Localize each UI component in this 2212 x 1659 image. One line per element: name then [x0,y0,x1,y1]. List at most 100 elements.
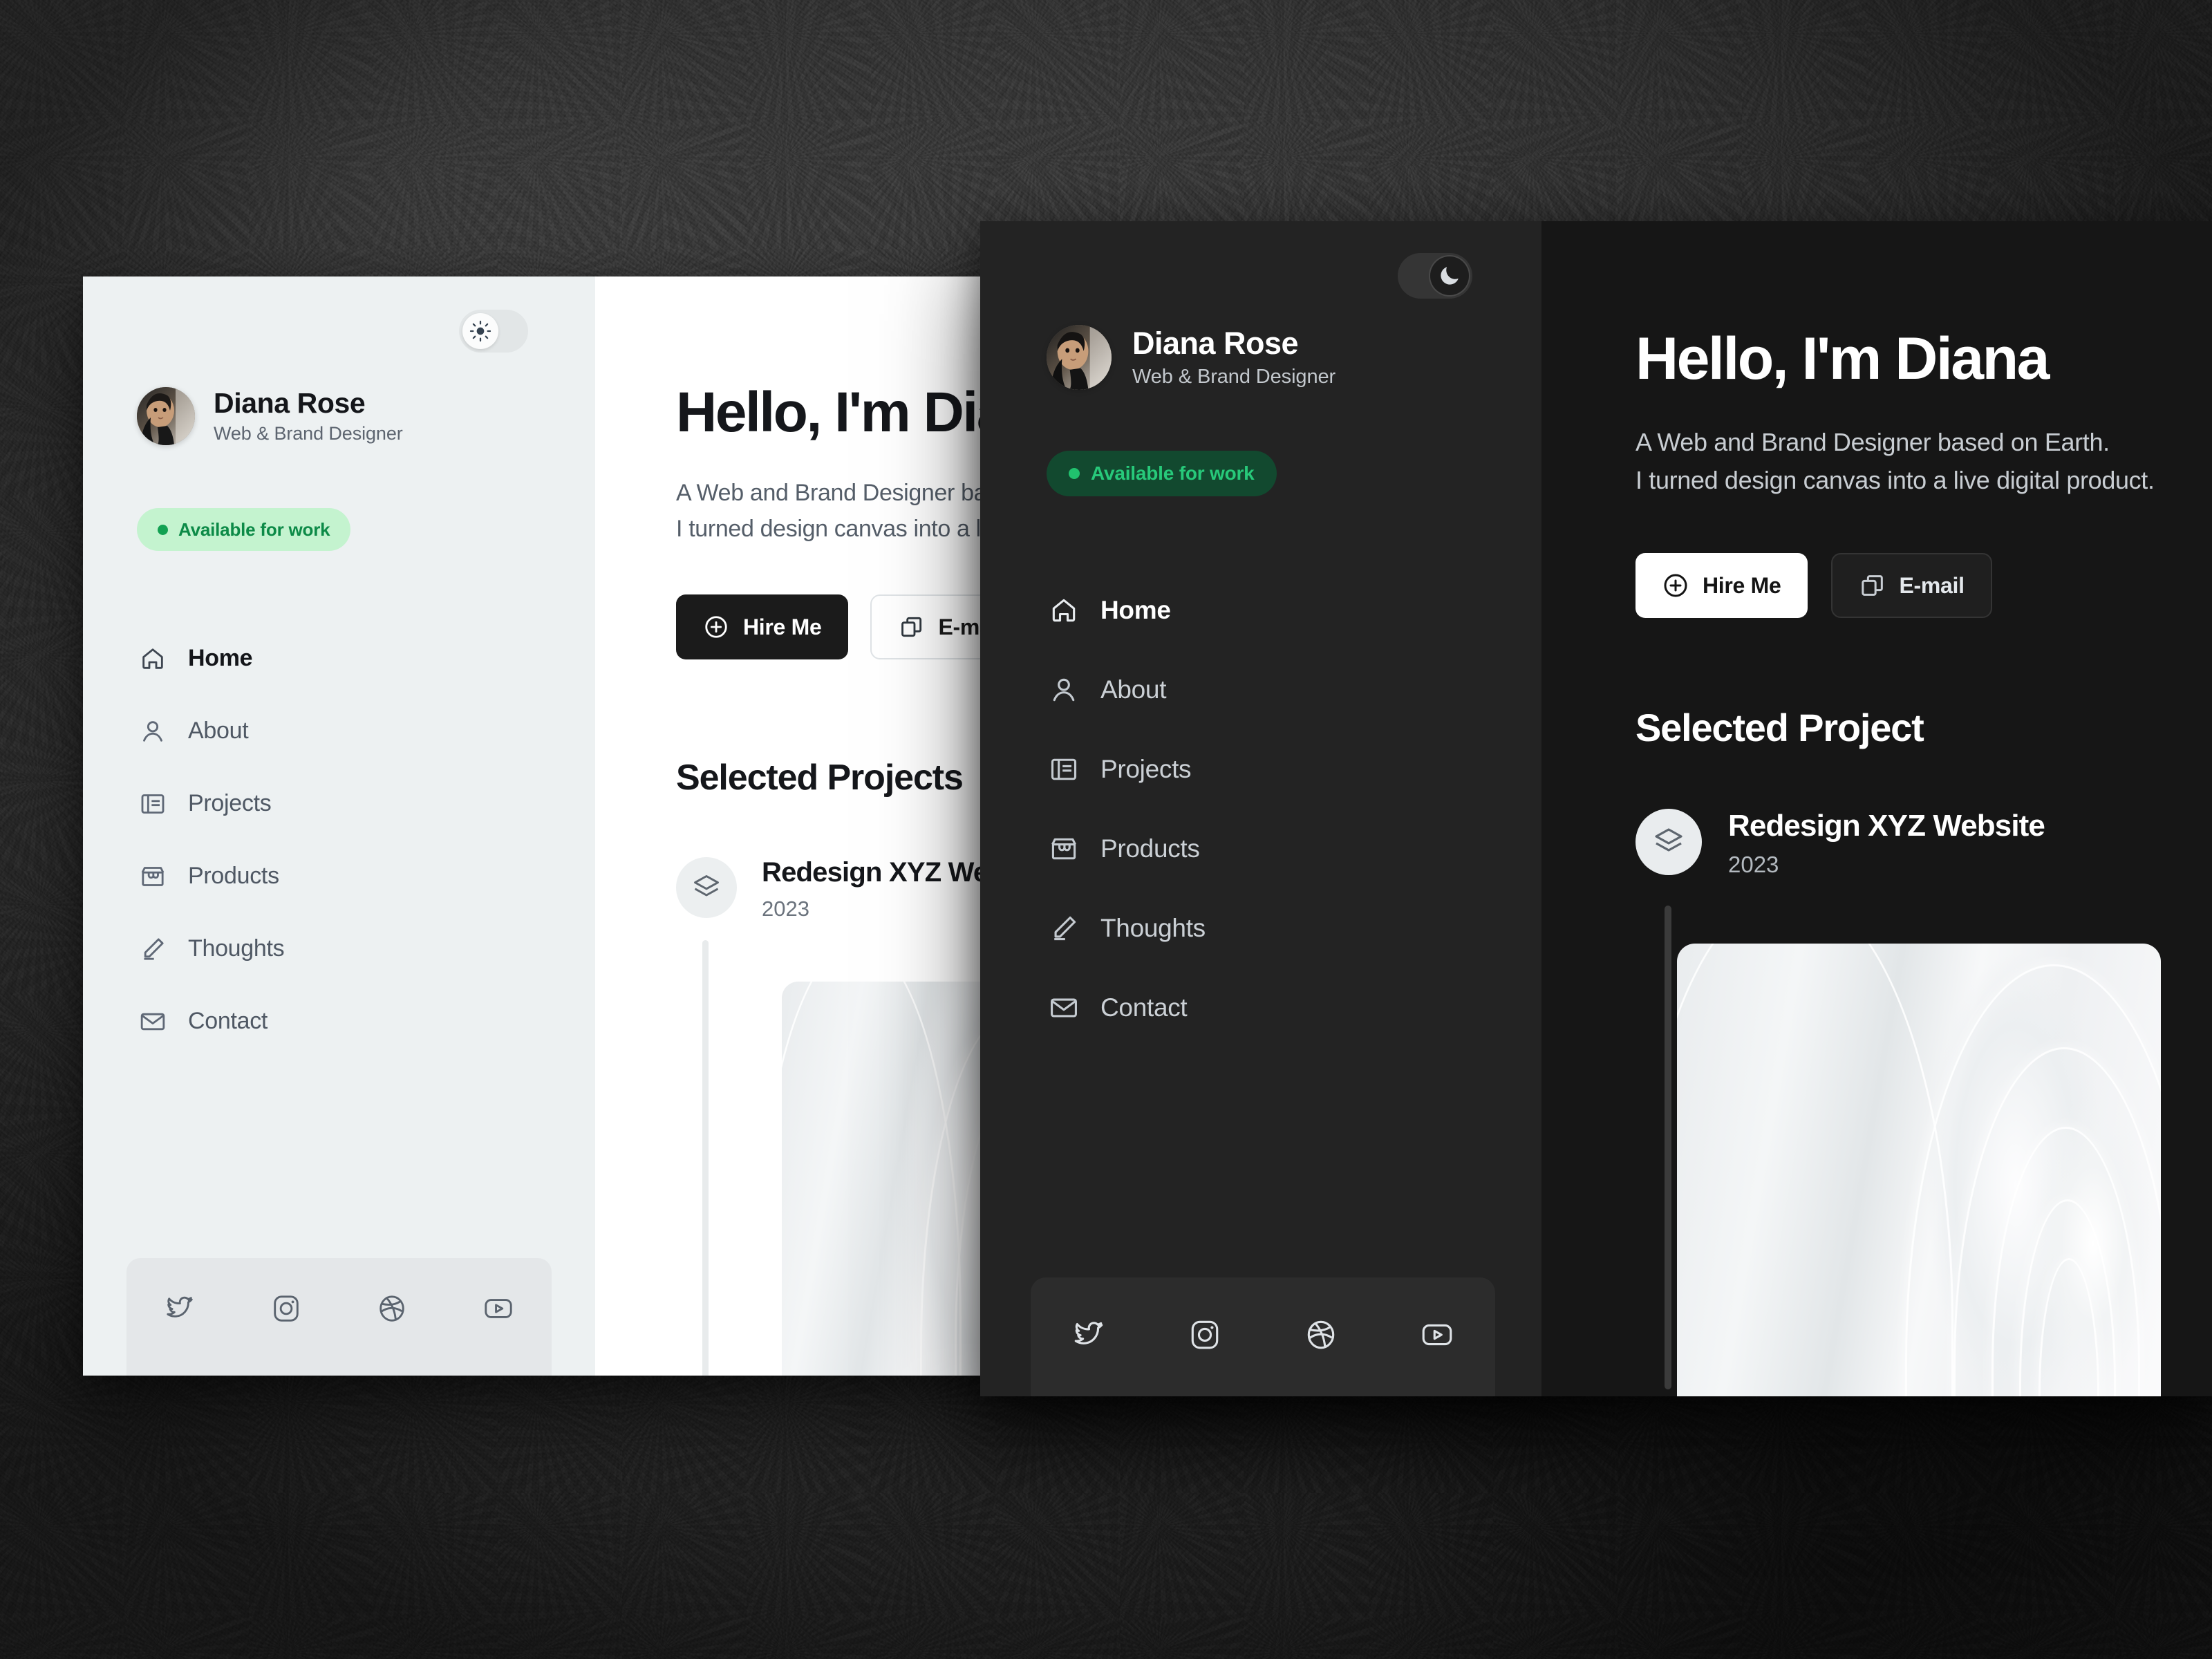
envelope-icon [137,1006,169,1038]
sidebar-item-label: Contact [188,1008,268,1034]
sidebar-item-thoughts[interactable]: Thoughts [1047,888,1461,968]
youtube-icon[interactable] [478,1288,518,1329]
pencil-icon [137,933,169,965]
sidebar-item-label: About [1100,675,1167,704]
book-icon [1047,752,1081,787]
hire-me-button[interactable]: Hire Me [676,594,848,659]
project-timeline-line [702,940,709,1376]
copy-icon [1859,572,1886,599]
sidebar-item-label: Projects [1100,754,1192,783]
home-icon [137,643,169,675]
avatar [1047,325,1112,390]
sidebar-item-contact[interactable]: Contact [137,985,524,1058]
store-icon [1047,832,1081,866]
youtube-icon[interactable] [1416,1313,1459,1356]
project-thumbnail-dark[interactable] [1677,944,2161,1396]
sun-icon [469,320,491,342]
profile-block-dark: Diana Rose Web & Brand Designer [1047,325,1335,390]
project-item-dark[interactable]: Redesign XYZ Website 2023 [1635,809,2045,878]
projects-heading: Selected Project [1635,706,1924,749]
hire-me-label: Hire Me [743,614,822,639]
sidebar-item-home[interactable]: Home [137,622,524,695]
projects-heading: Selected Projects [676,758,964,798]
hero-actions-light: Hire Me E-mail [676,594,1031,659]
sidebar-item-products[interactable]: Products [1047,809,1461,888]
status-badge-label: Available for work [178,518,330,540]
sidebar-item-about[interactable]: About [1047,650,1461,729]
hero-paragraph-line-2: I turned design canvas into a live digit… [1635,466,2155,495]
sidebar-item-projects[interactable]: Projects [1047,729,1461,809]
profile-text-light: Diana Rose Web & Brand Designer [214,386,403,445]
project-text-dark: Redesign XYZ Website 2023 [1728,809,2045,878]
sidebar-item-label: Thoughts [188,935,285,962]
profile-name: Diana Rose [1132,325,1299,361]
status-dot [158,524,168,535]
copy-icon [898,613,926,641]
theme-toggle-dark[interactable] [1398,253,1472,299]
profile-role: Web & Brand Designer [214,423,403,444]
profile-role: Web & Brand Designer [1132,366,1336,388]
envelope-icon [1047,991,1081,1025]
project-timeline-line [1665,906,1671,1389]
twitter-icon[interactable] [1067,1313,1110,1356]
nav-light: Home About Projects Products Thoughts Co… [137,622,524,1058]
home-icon [1047,593,1081,628]
instagram-icon[interactable] [1183,1313,1226,1356]
sidebar-item-label: Thoughts [1100,913,1206,942]
dribbble-icon[interactable] [372,1288,412,1329]
project-title: Redesign XYZ Website [1728,809,2045,843]
sidebar-item-products[interactable]: Products [137,840,524,912]
sidebar-item-label: Products [1100,834,1200,863]
layers-icon [1635,809,1702,875]
sidebar-item-label: Projects [188,790,272,816]
sidebar-item-about[interactable]: About [137,695,524,767]
profile-text-dark: Diana Rose Web & Brand Designer [1132,326,1335,388]
status-badge-label: Available for work [1091,462,1255,484]
sidebar-dark: Diana Rose Web & Brand Designer Availabl… [980,221,1541,1396]
sidebar-item-contact[interactable]: Contact [1047,968,1461,1047]
plus-circle-icon [1662,572,1689,599]
hire-me-button[interactable]: Hire Me [1635,553,1808,618]
hero-heading: Hello, I'm Diana [1635,326,2050,392]
sidebar-item-label: Contact [1100,993,1188,1022]
pencil-icon [1047,911,1081,946]
status-badge-light: Available for work [137,508,351,551]
layers-icon [676,857,737,918]
sidebar-item-label: About [188,718,249,744]
theme-toggle-light[interactable] [459,310,528,353]
portfolio-panel-dark: Diana Rose Web & Brand Designer Availabl… [980,221,2212,1396]
moon-icon [1441,267,1459,285]
sidebar-item-label: Home [1100,595,1171,624]
store-icon [137,861,169,892]
status-dot [1069,468,1080,479]
sidebar-item-thoughts[interactable]: Thoughts [137,912,524,985]
email-label: E-mail [1899,572,1965,598]
hero-actions-dark: Hire Me E-mail [1635,553,1992,618]
nav-dark: Home About Projects Products Thoughts Co… [1047,570,1461,1047]
avatar [137,387,195,445]
profile-name: Diana Rose [214,386,366,419]
theme-toggle-knob [1430,256,1469,295]
instagram-icon[interactable] [266,1288,306,1329]
hire-me-label: Hire Me [1703,572,1781,598]
twitter-icon[interactable] [160,1288,200,1329]
status-badge-dark: Available for work [1047,451,1277,496]
project-year: 2023 [1728,852,1779,877]
dribbble-icon[interactable] [1300,1313,1342,1356]
sidebar-item-home[interactable]: Home [1047,570,1461,650]
social-bar-light [126,1258,552,1376]
sidebar-item-label: Home [188,645,253,671]
social-bar-dark [1031,1277,1495,1396]
profile-block-light: Diana Rose Web & Brand Designer [137,387,403,445]
main-content-dark: Hello, I'm Diana A Web and Brand Designe… [1541,221,2212,1396]
sidebar-light: Diana Rose Web & Brand Designer Availabl… [83,276,595,1376]
sidebar-item-projects[interactable]: Projects [137,767,524,840]
hero-paragraph: A Web and Brand Designer based on Earth.… [1635,423,2155,500]
user-icon [137,715,169,747]
sidebar-item-label: Products [188,863,279,889]
email-button[interactable]: E-mail [1830,553,1992,618]
user-icon [1047,673,1081,707]
theme-toggle-knob [462,313,498,349]
book-icon [137,788,169,820]
hero-paragraph-line-1: A Web and Brand Designer based on Earth. [1635,428,2110,456]
